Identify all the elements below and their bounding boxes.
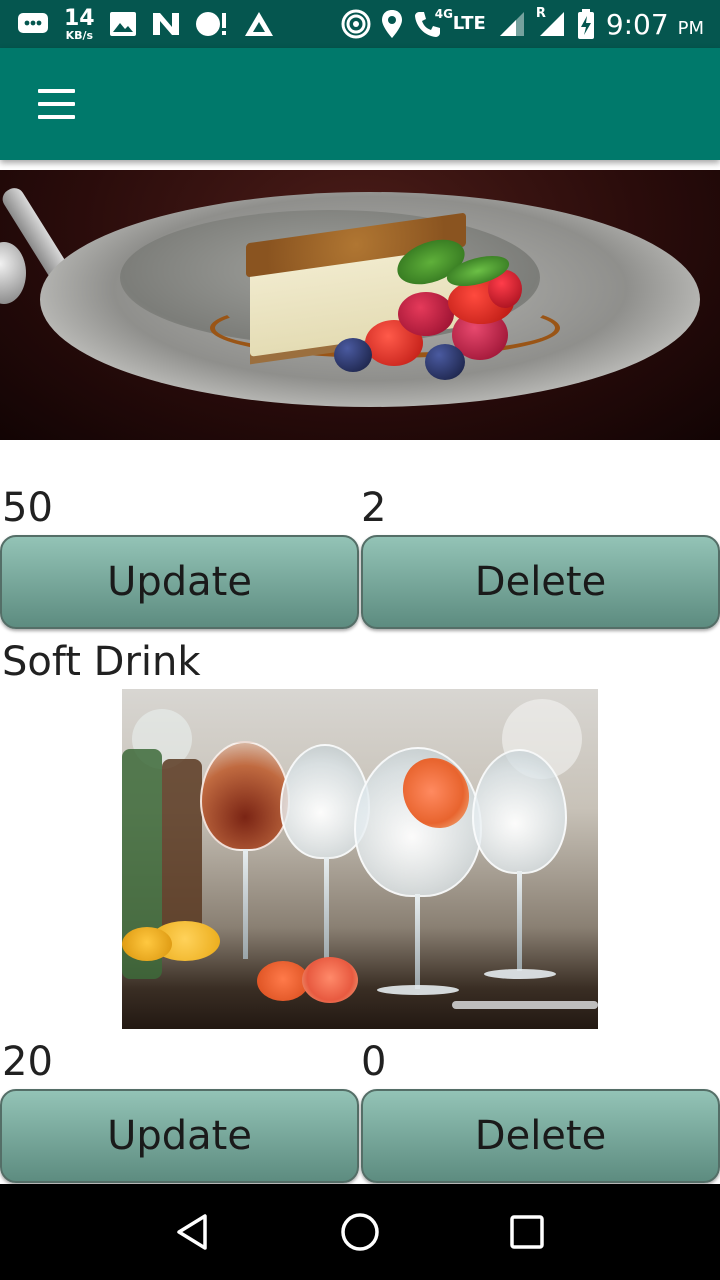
message-icon (16, 10, 50, 38)
item-image-drinks (122, 689, 598, 1029)
home-icon[interactable] (330, 1202, 390, 1262)
item-price: 50 (2, 485, 53, 531)
delete-button[interactable]: Delete (361, 1089, 720, 1183)
volte-call-icon: 4G (413, 7, 453, 39)
signal-icon (496, 10, 526, 38)
app-bar (0, 48, 720, 160)
list-item: Soft Drink 20 0 Update Delete (0, 630, 720, 1184)
item-image-cheesecake (0, 170, 720, 440)
network-type-label: LTE (452, 13, 486, 34)
network-speed: 14 KB/s (64, 5, 95, 42)
hotspot-icon (341, 9, 371, 39)
item-quantity: 2 (361, 485, 387, 531)
battery-charging-icon (576, 8, 596, 40)
roaming-signal-icon: R (536, 6, 566, 38)
recents-icon[interactable] (497, 1202, 557, 1262)
status-bar: 14 KB/s 4G LTE R 9:07 PM (0, 0, 720, 48)
clock-ampm: PM (677, 17, 704, 39)
item-price: 20 (2, 1039, 53, 1085)
alert-icon (195, 10, 229, 38)
item-title: Soft Drink (2, 639, 201, 685)
update-button[interactable]: Update (0, 1089, 359, 1183)
roaming-label: R (535, 6, 546, 21)
back-icon[interactable] (163, 1202, 223, 1262)
network-sub-label: 4G (434, 7, 453, 21)
clock-time: 9:07 (605, 7, 669, 41)
item-quantity: 0 (361, 1039, 387, 1085)
screen: 14 KB/s 4G LTE R 9:07 PM 50 2 Update Del… (0, 0, 720, 1280)
update-button[interactable]: Update (0, 535, 359, 629)
navigation-bar (0, 1184, 720, 1280)
menu-item-list[interactable]: 50 2 Update Delete Soft Drink 20 0 Updat… (0, 160, 720, 1184)
clock: 9:07 PM (606, 8, 704, 41)
network-speed-unit: KB/s (65, 28, 94, 42)
network-speed-value: 14 (64, 5, 95, 31)
n-app-icon (151, 11, 181, 37)
image-icon (109, 11, 137, 37)
delete-button[interactable]: Delete (361, 535, 720, 629)
hamburger-menu-icon[interactable] (24, 78, 88, 130)
drive-icon (243, 10, 275, 38)
list-item: 50 2 Update Delete (0, 160, 720, 630)
location-icon (381, 9, 403, 39)
